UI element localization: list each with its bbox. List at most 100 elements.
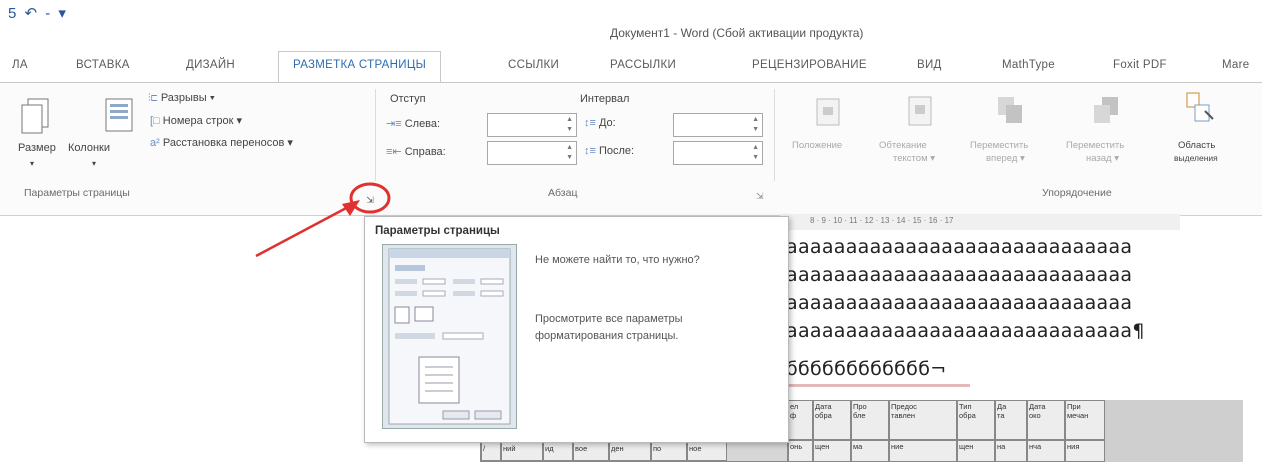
spin-up-icon[interactable]: ▲: [752, 115, 759, 124]
page-size-icon: [21, 98, 49, 134]
tab-review[interactable]: РЕЦЕНЗИРОВАНИЕ: [752, 59, 867, 71]
paragraph-dialog-launcher[interactable]: ⇲: [756, 191, 764, 202]
columns-label[interactable]: Колонки: [68, 142, 110, 154]
spin-down-icon[interactable]: ▼: [566, 125, 573, 134]
tab-page-layout[interactable]: РАЗМЕТКА СТРАНИЦЫ: [278, 51, 442, 85]
table-cell[interactable]: на: [995, 440, 1027, 462]
table-cell[interactable]: нча: [1027, 440, 1065, 462]
ribbon: Размер ▾ Колонки ▾ ⫶⊏ Разрывы ▾ [□ Номер…: [0, 83, 1262, 216]
document-line[interactable]: бббббббббббб¬: [786, 358, 946, 380]
tab-mailings[interactable]: РАССЫЛКИ: [610, 59, 676, 71]
tab-references[interactable]: ССЫЛКИ: [508, 59, 559, 71]
spacing-before-label: ↕≡ До:: [584, 117, 616, 129]
spin-down-icon[interactable]: ▼: [566, 153, 573, 162]
line-numbers-button[interactable]: [□ Номера строк ▾: [150, 114, 242, 127]
table-cell[interactable]: онь: [788, 440, 813, 462]
table-cell[interactable]: /: [481, 442, 501, 461]
line-numbers-label: Номера строк ▾: [162, 115, 242, 127]
table-cell[interactable]: ма: [851, 440, 889, 462]
selection-pane-sub: выделения: [1174, 153, 1218, 163]
spin-up-icon[interactable]: ▲: [752, 143, 759, 152]
spin-up-icon[interactable]: ▲: [566, 143, 573, 152]
indent-right-input[interactable]: ▲ ▼: [487, 141, 577, 165]
wrap-text-button[interactable]: [907, 95, 933, 127]
tab-insert[interactable]: ВСТАВКА: [76, 59, 130, 71]
indent-right-text: Справа:: [404, 146, 446, 158]
position-icon: [816, 98, 840, 126]
tab-mathtype[interactable]: MathType: [1002, 59, 1055, 71]
table-cell[interactable]: щен: [957, 440, 995, 462]
table-cell[interactable]: При мечан: [1065, 400, 1105, 440]
table-cell[interactable]: Про бле: [851, 400, 889, 440]
send-backward-sub: назад ▾: [1086, 153, 1120, 164]
document-line[interactable]: aaaaaaaaaaaaaaaaaaaaaaaaaaaaa¶: [786, 320, 1145, 342]
table-cell[interactable]: по: [651, 442, 687, 461]
document-line[interactable]: aaaaaaaaaaaaaaaaaaaaaaaaaaaaa: [786, 292, 1132, 314]
group-separator: [375, 89, 376, 181]
tab-design[interactable]: ДИЗАЙН: [186, 59, 235, 71]
selection-pane-icon: [1186, 92, 1214, 122]
size-button[interactable]: [18, 97, 52, 137]
document-table[interactable]: ел ф Дата обра Про бле Предос тавлен Тип обра…: [788, 400, 1243, 462]
document-line[interactable]: aaaaaaaaaaaaaaaaaaaaaaaaaaaaa: [786, 264, 1132, 286]
indent-left-label: ⇥≡ Слева:: [386, 117, 440, 130]
tab-more[interactable]: Mare: [1222, 59, 1249, 71]
selection-pane-button[interactable]: [1183, 91, 1217, 127]
document-line[interactable]: aaaaaaaaaaaaaaaaaaaaaaaaaaaaa: [786, 236, 1132, 258]
wrap-text-label: Обтекание: [879, 140, 927, 151]
table-cell[interactable]: Дата око: [1027, 400, 1065, 440]
spacing-after-icon: ↕≡: [584, 145, 596, 157]
hyphenation-icon: a²: [150, 137, 160, 149]
table-cell[interactable]: Да та: [995, 400, 1027, 440]
table-row[interactable]: / ний ид вое ден по ное: [480, 441, 788, 462]
table-cell[interactable]: Дата обра: [813, 400, 851, 440]
table-cell[interactable]: ид: [543, 442, 573, 461]
indent-left-input[interactable]: ▲ ▼: [487, 113, 577, 137]
spin-up-icon[interactable]: ▲: [566, 115, 573, 124]
quick-access-toolbar[interactable]: 5 ↶ - ▾: [8, 4, 68, 22]
tab-foxit-pdf[interactable]: Foxit PDF: [1113, 59, 1167, 71]
text-underline: [786, 384, 970, 387]
table-cell[interactable]: ден: [609, 442, 651, 461]
ruler-ticks: 8 · 9 · 10 · 11 · 12 · 13 · 14 · 15 · 16…: [810, 216, 954, 225]
tab-view[interactable]: ВИД: [917, 59, 942, 71]
spacing-before-input[interactable]: ▲ ▼: [673, 113, 763, 137]
spin-down-icon[interactable]: ▼: [752, 125, 759, 134]
wrap-text-sub: текстом ▾: [893, 153, 936, 164]
table-cell[interactable]: ния: [1065, 440, 1105, 462]
hyphenation-label: Расстановка переносов ▾: [162, 137, 293, 149]
group-separator: [774, 89, 775, 181]
send-backward-button[interactable]: [1092, 95, 1120, 127]
table-cell[interactable]: ел ф: [788, 400, 813, 440]
columns-button[interactable]: [102, 97, 136, 137]
breaks-button[interactable]: ⫶⊏ Разрывы ▾: [148, 92, 215, 105]
position-button[interactable]: [815, 97, 841, 127]
columns-icon: [105, 98, 133, 132]
spacing-before-icon: ↕≡: [584, 117, 596, 129]
indent-header: Отступ: [390, 93, 426, 105]
bring-forward-sub: вперед ▾: [986, 153, 1025, 164]
tab-file-partial[interactable]: ЛА: [12, 59, 28, 71]
line-numbers-icon: [□: [150, 115, 160, 127]
red-arrow-icon: [255, 200, 360, 258]
spacing-after-input[interactable]: ▲ ▼: [673, 141, 763, 165]
table-cell[interactable]: ний: [501, 442, 543, 461]
bring-forward-icon: [998, 97, 1022, 123]
size-label[interactable]: Размер: [18, 142, 56, 154]
wrap-text-icon: [908, 96, 932, 126]
table-cell[interactable]: ние: [889, 440, 957, 462]
table-cell[interactable]: ное: [687, 442, 727, 461]
arrange-group-label: Упорядочение: [1042, 187, 1112, 199]
bring-forward-button[interactable]: [996, 95, 1024, 127]
table-cell[interactable]: Предос тавлен: [889, 400, 957, 440]
hyphenation-button[interactable]: a² Расстановка переносов ▾: [150, 136, 293, 149]
horizontal-ruler[interactable]: 8 · 9 · 10 · 11 · 12 · 13 · 14 · 15 · 16…: [780, 214, 1180, 230]
send-backward-icon: [1094, 97, 1118, 123]
table-cell[interactable]: вое: [573, 442, 609, 461]
spin-down-icon[interactable]: ▼: [752, 153, 759, 162]
size-dropdown-arrow[interactable]: ▾: [30, 159, 34, 168]
table-cell[interactable]: щен: [813, 440, 851, 462]
dialog-preview-image: [382, 244, 517, 429]
table-cell[interactable]: Тип обра: [957, 400, 995, 440]
columns-dropdown-arrow[interactable]: ▾: [92, 159, 96, 168]
